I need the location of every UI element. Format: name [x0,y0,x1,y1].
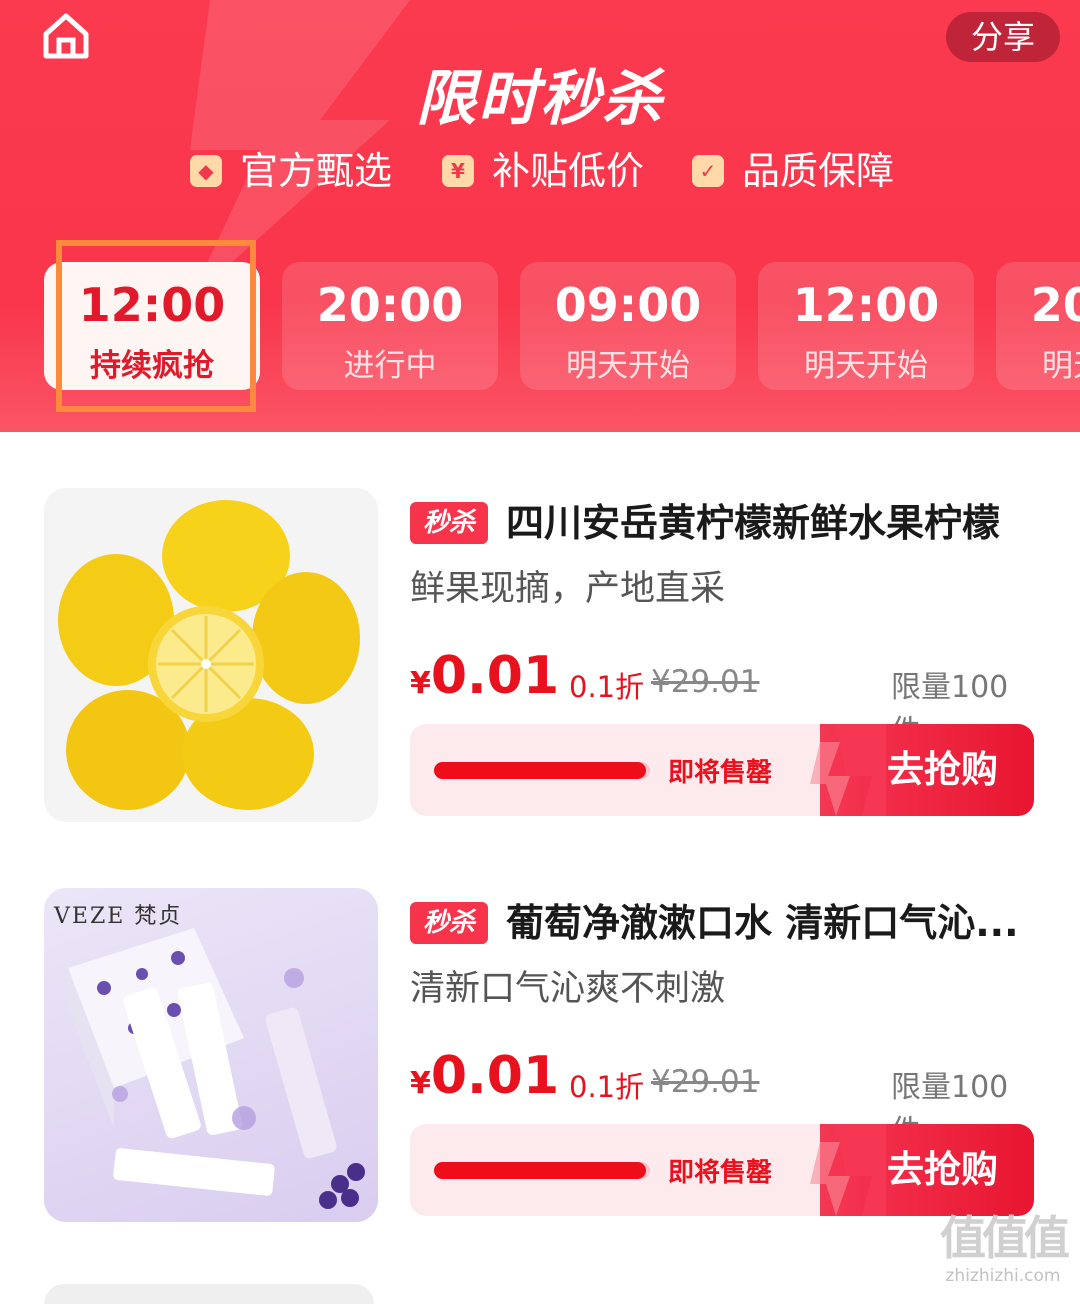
product-image-lemons[interactable] [44,488,378,822]
product-name[interactable]: 葡萄净澈漱口水 清新口气沁... [506,892,1036,947]
sold-progress-bar [434,1162,650,1179]
mouthwash-illustration-icon [68,928,365,1209]
sold-progress-fill [434,762,646,779]
tab-time: 09:00 [554,278,702,332]
discount-label: 0.1折 [569,670,645,704]
flash-sale-badge: 秒杀 [410,902,488,944]
sold-progress-bar [434,762,650,779]
tab-status: 明天开始 [804,348,928,384]
product-subtitle: 鲜果现摘，产地直采 [410,569,726,609]
lightning-slash-icon [810,724,886,816]
tab-time: 12:00 [792,278,940,332]
diamond-icon: ◆ [190,155,222,187]
product-card[interactable]: VEZE 梵贞 秒杀 葡萄净澈漱口水 清新口气沁... 清新口气沁爽不刺激 ¥0… [44,888,1036,1222]
product-subtitle: 清新口气沁爽不刺激 [410,969,726,1009]
product-name[interactable]: 四川安岳黄柠檬新鲜水果柠檬 [506,492,1036,547]
lemon-illustration-icon [58,500,360,810]
sale-price: ¥0.01 [410,646,559,706]
page-title: 限时秒杀 [416,64,664,134]
original-price: ¥29.01 [651,664,760,700]
feature-label: 官方甄选 [240,149,393,193]
sold-progress-fill [434,1162,646,1179]
buy-bar[interactable]: 即将售罄 去抢购 [410,1124,1034,1216]
currency-symbol: ¥ [410,666,431,701]
tab-status: 明天开始 [1042,348,1080,384]
next-product-card-peek [44,1284,374,1304]
yen-coupon-icon: ¥ [442,155,474,187]
lightning-slash-icon [810,1124,886,1216]
discount-label: 0.1折 [569,1070,645,1104]
watermark-site: zhizhizhi.com [945,1266,1061,1286]
product-card[interactable]: 秒杀 四川安岳黄柠檬新鲜水果柠檬 鲜果现摘，产地直采 ¥0.01 0.1折 ¥2… [44,488,1036,822]
price-value: 0.01 [430,1046,560,1106]
tab-status: 进行中 [343,348,437,384]
flash-sale-badge: 秒杀 [410,502,488,544]
tab-session-1200-tomorrow[interactable]: 12:00 明天开始 [758,262,974,390]
sale-price: ¥0.01 [410,1046,559,1106]
tab-session-2000[interactable]: 20:00 进行中 [282,262,498,390]
original-price: ¥29.01 [651,1064,760,1100]
feature-label: 补贴低价 [492,149,645,193]
watermark-logo: 值值值 [940,1211,1070,1265]
feature-label: 品质保障 [742,149,895,193]
tab-session-2000-tomorrow[interactable]: 20:00 明天开始 [996,262,1080,390]
tab-time: 20:00 [1030,278,1080,332]
feature-list: ◆ 官方甄选 ¥ 补贴低价 ✓ 品质保障 [0,146,1080,196]
tab-session-0900-tomorrow[interactable]: 09:00 明天开始 [520,262,736,390]
selling-out-label: 即将售罄 [668,1158,773,1188]
selling-out-label: 即将售罄 [668,758,773,788]
tab-time: 20:00 [316,278,464,332]
shield-check-icon: ✓ [692,155,724,187]
currency-symbol: ¥ [410,1066,431,1101]
site-watermark: 值值值 zhizhizhi.com [928,1210,1078,1292]
product-image-mouthwash[interactable]: VEZE 梵贞 [44,888,378,1222]
buy-bar[interactable]: 即将售罄 去抢购 [410,724,1034,816]
tab-status: 明天开始 [566,348,690,384]
active-tab-highlight-box [56,240,256,412]
price-value: 0.01 [430,646,560,706]
